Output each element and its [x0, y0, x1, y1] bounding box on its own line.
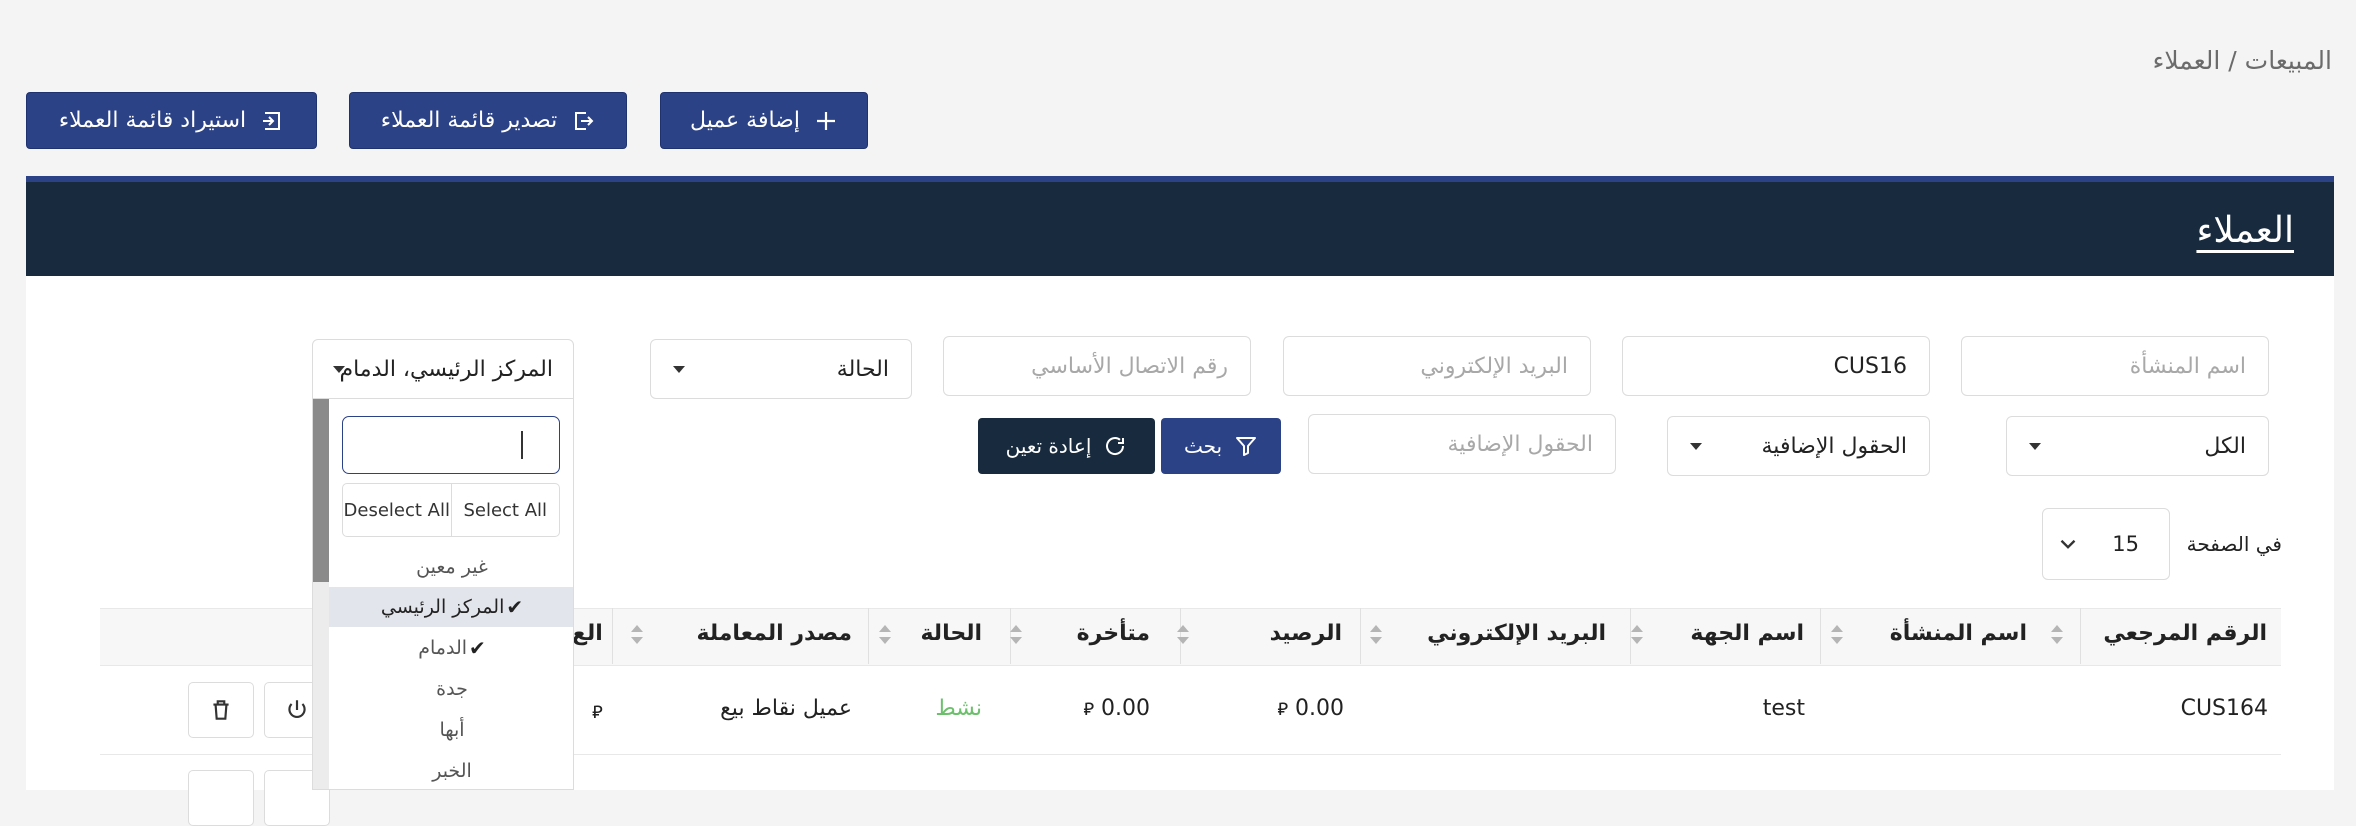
- header-reference[interactable]: الرقم المرجعي: [2103, 621, 2267, 646]
- dropdown-option[interactable]: الخبر: [329, 751, 573, 789]
- dropdown-option[interactable]: أبها: [329, 710, 573, 750]
- export-customers-button[interactable]: تصدير قائمة العملاء: [349, 92, 627, 149]
- trash-icon: [213, 700, 229, 720]
- per-page-label: في الصفحة: [2186, 532, 2282, 556]
- sort-icon[interactable]: [631, 625, 643, 647]
- header-overdue[interactable]: متأخرة: [1077, 621, 1150, 646]
- dropdown-option[interactable]: جدة: [329, 669, 573, 709]
- reset-button[interactable]: إعادة تعين: [978, 418, 1155, 474]
- check-icon: ✔: [506, 595, 524, 619]
- dropdown-option[interactable]: غير معين: [329, 547, 573, 587]
- branch-dropdown: Deselect All Select All غير معين ✔ المرك…: [312, 399, 574, 790]
- sort-icon[interactable]: [1831, 625, 1843, 647]
- sort-icon[interactable]: [1010, 625, 1022, 647]
- header-balance[interactable]: الرصيد: [1270, 621, 1342, 646]
- breadcrumb-parent[interactable]: المبيعات: [2245, 46, 2332, 75]
- extra-fields-input[interactable]: الحقول الإضافية: [1308, 414, 1616, 474]
- export-icon: [575, 111, 594, 130]
- status-select[interactable]: الحالة: [650, 339, 912, 399]
- all-select[interactable]: الكل: [2006, 416, 2269, 476]
- export-customers-label: تصدير قائمة العملاء: [380, 108, 558, 133]
- add-customer-button[interactable]: إضافة عميل: [660, 92, 868, 149]
- chevron-down-icon: [2060, 539, 2076, 549]
- cell-reference: CUS164: [2180, 696, 2268, 721]
- text-cursor: [521, 431, 523, 459]
- sort-icon[interactable]: [2051, 625, 2063, 647]
- select-all-button[interactable]: Select All: [450, 484, 560, 536]
- company-name-input[interactable]: اسم المنشأة: [1961, 336, 2269, 396]
- chevron-down-icon: [1690, 443, 1702, 450]
- deselect-all-button[interactable]: Deselect All: [343, 484, 451, 536]
- cell-source: عميل نقاط بيع: [720, 696, 852, 721]
- header-contact[interactable]: اسم الجهة: [1690, 621, 1804, 646]
- dropdown-option[interactable]: ✔ الدمام: [329, 628, 573, 668]
- cell-overdue: 0.00 ⃁: [1083, 696, 1150, 721]
- header-email[interactable]: البريد الإلكتروني: [1427, 621, 1606, 646]
- power-icon: [288, 700, 306, 719]
- refresh-icon: [1106, 437, 1125, 455]
- card-title: العملاء: [2196, 210, 2294, 251]
- dropdown-search-input[interactable]: [342, 416, 560, 474]
- chevron-down-icon: [333, 366, 345, 373]
- sort-icon[interactable]: [879, 625, 891, 647]
- import-customers-button[interactable]: استيراد قائمة العملاء: [26, 92, 317, 149]
- extra-fields-select[interactable]: الحقول الإضافية: [1667, 416, 1930, 476]
- sort-icon[interactable]: [1631, 625, 1643, 647]
- sort-icon[interactable]: [1177, 625, 1189, 647]
- header-partial: الع: [572, 621, 603, 646]
- cell-contact: test: [1762, 696, 1805, 721]
- breadcrumb-separator: /: [2228, 46, 2237, 75]
- card-header: العملاء: [26, 176, 2334, 276]
- import-icon: [263, 111, 281, 130]
- email-input[interactable]: البريد الإلكتروني: [1283, 336, 1591, 396]
- filter-icon: [1236, 437, 1257, 456]
- branch-select[interactable]: المركز الرئيسي، الدمام: [312, 339, 574, 399]
- header-company[interactable]: اسم المنشأة: [1890, 621, 2027, 646]
- add-customer-label: إضافة عميل: [690, 108, 800, 133]
- breadcrumb-current: العملاء: [2152, 46, 2221, 75]
- dropdown-option[interactable]: ✔ المركز الرئيسي: [329, 587, 573, 627]
- check-icon: ✔: [469, 636, 486, 660]
- phone-input[interactable]: رقم الاتصال الأساسي: [943, 336, 1251, 396]
- currency-icon: ⃁: [1083, 699, 1095, 720]
- select-buttons: Deselect All Select All: [342, 483, 560, 537]
- sort-icon[interactable]: [1370, 625, 1382, 647]
- delete-button[interactable]: [188, 682, 254, 738]
- header-status[interactable]: الحالة: [920, 621, 982, 646]
- per-page-select[interactable]: 15: [2042, 508, 2170, 580]
- search-button[interactable]: بحث: [1161, 418, 1281, 474]
- import-customers-label: استيراد قائمة العملاء: [58, 108, 247, 133]
- chevron-down-icon: [2029, 443, 2041, 450]
- currency-icon: ⃁: [1277, 699, 1289, 720]
- chevron-down-icon: [673, 366, 685, 373]
- scrollbar-thumb[interactable]: [313, 399, 329, 582]
- delete-button[interactable]: [188, 770, 254, 826]
- scrollbar-track[interactable]: [313, 582, 329, 789]
- cell-balance: 0.00 ⃁: [1277, 696, 1344, 721]
- breadcrumb: المبيعات / العملاء: [2153, 46, 2332, 75]
- currency-icon: ⃁: [592, 702, 603, 723]
- plus-icon: [816, 111, 835, 130]
- header-source[interactable]: مصدر المعاملة: [696, 621, 852, 646]
- status-badge: نشط: [935, 696, 982, 721]
- reference-input[interactable]: CUS16: [1622, 336, 1930, 396]
